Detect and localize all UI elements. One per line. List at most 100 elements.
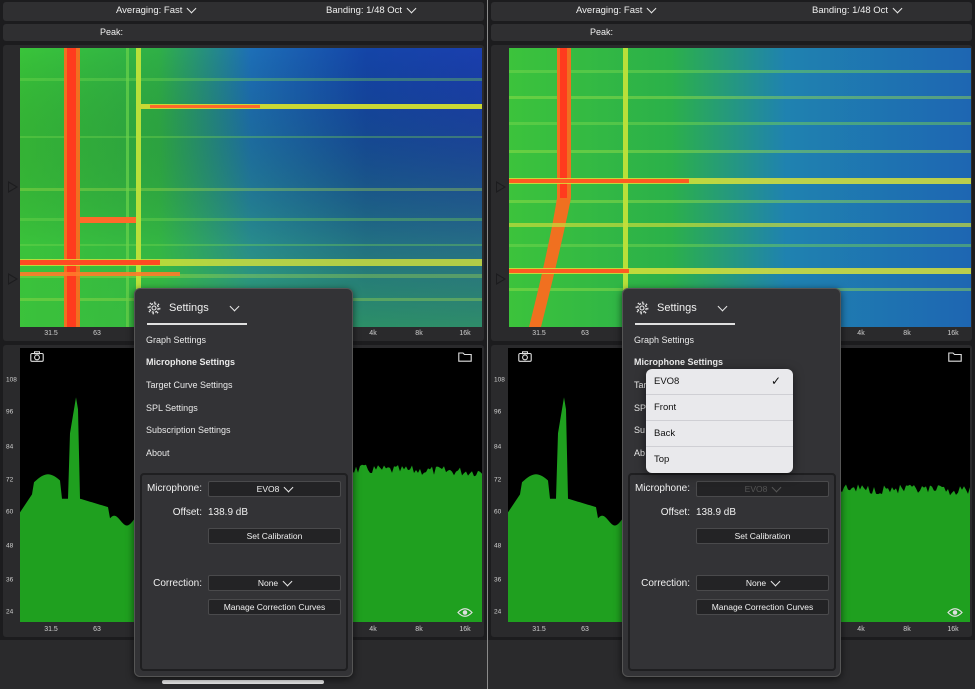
option-label: Front — [654, 402, 677, 413]
averaging-label: Averaging: Fast — [576, 5, 643, 16]
top-bar: Averaging: Fast Banding: 1/48 Oct — [3, 2, 484, 21]
averaging-label: Averaging: Fast — [116, 5, 183, 16]
x-tick: 8k — [903, 330, 911, 337]
rta-y-axis: 108 96 84 72 60 48 36 24 — [3, 345, 20, 625]
microphone-option-evo8[interactable]: EVO8 ✓ — [646, 369, 793, 395]
set-calibration-button[interactable]: Set Calibration — [696, 528, 829, 544]
chevron-down-icon — [406, 3, 417, 14]
correction-label: Correction: — [641, 578, 690, 589]
chevron-down-icon — [770, 576, 781, 586]
x-tick: 16k — [459, 330, 471, 337]
y-tick: 108 — [494, 376, 505, 384]
eye-icon[interactable] — [947, 607, 963, 618]
settings-popover: Settings Graph Settings Microphone Setti… — [622, 288, 841, 677]
y-tick: 60 — [6, 508, 14, 516]
peak-label: Peak: — [590, 27, 614, 37]
home-indicator[interactable] — [162, 680, 324, 684]
menu-graph-settings[interactable]: Graph Settings — [146, 335, 206, 345]
x-tick: 4k — [857, 626, 865, 633]
chevron-down-icon — [892, 3, 903, 14]
spectrogram[interactable] — [509, 48, 971, 327]
microphone-select[interactable]: EVO8 — [696, 481, 829, 497]
option-label: Back — [654, 428, 676, 439]
peak-bar: Peak: — [491, 24, 972, 41]
chevron-down-icon[interactable] — [717, 301, 728, 311]
chevron-down-icon — [283, 482, 294, 492]
banding-label: Banding: 1/48 Oct — [812, 5, 889, 16]
menu-spl-settings[interactable]: SP — [634, 403, 646, 413]
left-pane: Averaging: Fast Banding: 1/48 Oct Peak: — [0, 0, 487, 689]
play-marker-icon[interactable] — [8, 273, 18, 285]
folder-icon[interactable] — [948, 351, 962, 362]
chevron-down-icon — [282, 576, 293, 586]
menu-microphone-settings[interactable]: Microphone Settings — [634, 357, 723, 367]
averaging-selector[interactable]: Averaging: Fast — [116, 3, 197, 16]
microphone-option-back[interactable]: Back — [646, 421, 793, 447]
header-underline — [147, 323, 247, 325]
banding-selector[interactable]: Banding: 1/48 Oct — [326, 3, 417, 16]
manage-correction-curves-button[interactable]: Manage Correction Curves — [696, 599, 829, 615]
offset-value: 138.9 dB — [696, 507, 737, 518]
averaging-selector[interactable]: Averaging: Fast — [576, 3, 657, 16]
x-tick: 63 — [93, 330, 101, 337]
x-tick: 8k — [903, 626, 911, 633]
camera-icon[interactable] — [518, 351, 532, 362]
camera-icon[interactable] — [30, 351, 44, 362]
peak-label: Peak: — [100, 27, 124, 37]
correction-value: None — [745, 578, 767, 588]
menu-spl-settings[interactable]: SPL Settings — [146, 403, 198, 413]
settings-popover: Settings Graph Settings Microphone Setti… — [134, 288, 353, 677]
spectrogram[interactable] — [20, 48, 482, 327]
menu-subscription-settings[interactable]: Subscription Settings — [146, 425, 231, 435]
menu-graph-settings[interactable]: Graph Settings — [634, 335, 694, 345]
microphone-label: Microphone: — [634, 483, 690, 494]
right-pane: Averaging: Fast Banding: 1/48 Oct Peak: — [488, 0, 975, 689]
folder-icon[interactable] — [458, 351, 472, 362]
microphone-value: EVO8 — [256, 484, 280, 494]
play-marker-icon[interactable] — [8, 181, 18, 193]
y-tick: 60 — [494, 508, 502, 516]
play-marker-icon[interactable] — [496, 181, 506, 193]
correction-select[interactable]: None — [208, 575, 341, 591]
menu-subscription-settings[interactable]: Su — [634, 425, 645, 435]
x-tick: 31.5 — [532, 330, 546, 337]
settings-header[interactable]: Settings — [147, 301, 240, 315]
top-bar: Averaging: Fast Banding: 1/48 Oct — [491, 2, 972, 21]
gear-icon — [147, 301, 161, 315]
microphone-option-front[interactable]: Front — [646, 395, 793, 421]
settings-header[interactable]: Settings — [635, 301, 728, 315]
play-marker-icon[interactable] — [496, 273, 506, 285]
manage-correction-curves-button[interactable]: Manage Correction Curves — [208, 599, 341, 615]
y-tick: 36 — [6, 576, 14, 584]
offset-value: 138.9 dB — [208, 507, 249, 518]
chevron-down-icon[interactable] — [229, 301, 240, 311]
banding-label: Banding: 1/48 Oct — [326, 5, 403, 16]
banding-selector[interactable]: Banding: 1/48 Oct — [812, 3, 903, 16]
menu-target-curve-settings[interactable]: Tar — [634, 380, 647, 390]
menu-about[interactable]: About — [146, 448, 170, 458]
x-tick: 31.5 — [44, 330, 58, 337]
peak-bar: Peak: — [3, 24, 484, 41]
y-tick: 72 — [6, 476, 14, 484]
menu-microphone-settings[interactable]: Microphone Settings — [146, 357, 235, 367]
microphone-option-top[interactable]: Top — [646, 447, 793, 473]
offset-label: Offset: — [172, 507, 202, 518]
x-tick: 31.5 — [532, 626, 546, 633]
y-tick: 24 — [6, 608, 14, 616]
x-tick: 4k — [369, 330, 377, 337]
menu-target-curve-settings[interactable]: Target Curve Settings — [146, 380, 233, 390]
x-tick: 16k — [947, 330, 959, 337]
x-tick: 63 — [581, 330, 589, 337]
settings-title: Settings — [169, 302, 209, 314]
y-tick: 48 — [494, 542, 502, 550]
set-calibration-button[interactable]: Set Calibration — [208, 528, 341, 544]
y-tick: 84 — [6, 443, 14, 451]
correction-select[interactable]: None — [696, 575, 829, 591]
x-tick: 31.5 — [44, 626, 58, 633]
menu-about[interactable]: Ab — [634, 448, 645, 458]
gear-icon — [635, 301, 649, 315]
microphone-select[interactable]: EVO8 — [208, 481, 341, 497]
x-tick: 4k — [369, 626, 377, 633]
checkmark-icon: ✓ — [770, 374, 781, 388]
eye-icon[interactable] — [457, 607, 473, 618]
